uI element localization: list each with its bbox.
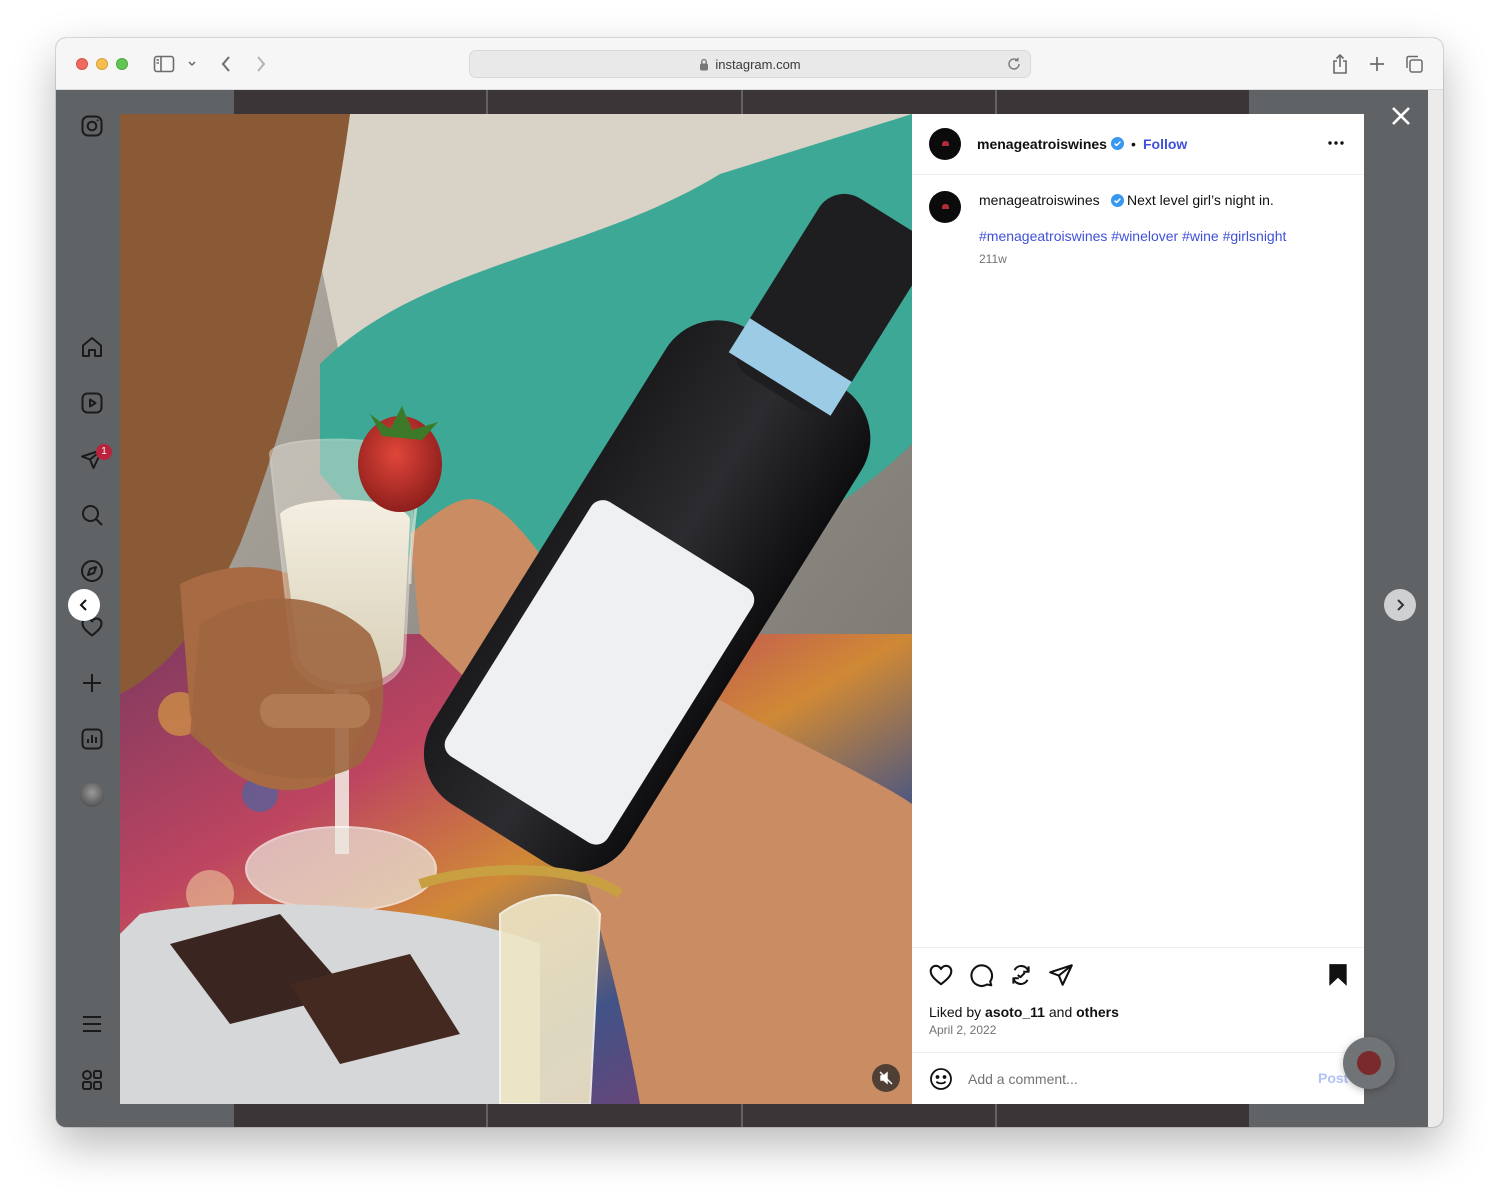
menu-icon[interactable] bbox=[80, 1012, 104, 1036]
forward-icon[interactable] bbox=[249, 52, 273, 76]
caption-hashtags[interactable]: #menageatroiswines #winelover #wine #gir… bbox=[979, 228, 1286, 244]
post-detail-panel: menageatroiswines • Follow menageatroisw… bbox=[912, 114, 1364, 1104]
page-content: 1 menageatroiswines • Follow menageatroi… bbox=[56, 90, 1443, 1127]
post-age: 211w bbox=[979, 252, 1007, 266]
scroll-gutter bbox=[1428, 90, 1443, 1127]
post-image[interactable] bbox=[120, 114, 912, 1104]
repost-icon[interactable] bbox=[1008, 962, 1034, 988]
verified-badge-icon bbox=[1111, 137, 1124, 150]
back-icon[interactable] bbox=[214, 52, 238, 76]
previous-post-button[interactable] bbox=[68, 589, 100, 621]
header-separator: • bbox=[1131, 136, 1136, 152]
post-date: April 2, 2022 bbox=[929, 1023, 997, 1037]
reload-icon[interactable] bbox=[1006, 56, 1022, 72]
address-bar[interactable]: instagram.com bbox=[469, 50, 1031, 78]
author-avatar[interactable] bbox=[929, 128, 961, 160]
sidebar-toggle-icon[interactable] bbox=[152, 52, 176, 76]
like-icon[interactable] bbox=[928, 962, 954, 988]
post-header: menageatroiswines • Follow bbox=[912, 114, 1364, 175]
caption-username[interactable]: menageatroiswines bbox=[979, 192, 1100, 208]
save-icon[interactable] bbox=[1325, 962, 1351, 988]
threads-icon[interactable] bbox=[80, 1068, 104, 1092]
author-username[interactable]: menageatroiswines bbox=[977, 136, 1107, 152]
minimize-window-button[interactable] bbox=[96, 58, 108, 70]
explore-icon[interactable] bbox=[80, 559, 104, 583]
mute-icon[interactable] bbox=[872, 1064, 900, 1092]
chevron-left-icon bbox=[79, 599, 87, 611]
insights-icon[interactable] bbox=[80, 727, 104, 751]
caption-text: Next level girl’s night in. bbox=[1127, 192, 1274, 208]
comment-bar: Post bbox=[912, 1052, 1364, 1104]
share-icon[interactable] bbox=[1048, 962, 1074, 988]
home-icon[interactable] bbox=[80, 335, 104, 359]
create-icon[interactable] bbox=[80, 671, 104, 695]
share-page-icon[interactable] bbox=[1328, 52, 1352, 76]
comment-input[interactable] bbox=[968, 1069, 1298, 1089]
post-photo-illustration bbox=[120, 114, 912, 1104]
caption-verified-icon bbox=[1111, 194, 1124, 207]
profile-avatar[interactable] bbox=[80, 783, 104, 807]
notifications-badge: 1 bbox=[96, 444, 112, 460]
instagram-logo-icon[interactable] bbox=[80, 114, 104, 138]
close-icon[interactable] bbox=[1389, 104, 1413, 128]
likes-summary: Liked by asoto_11 and others bbox=[929, 1004, 1119, 1020]
chevron-right-icon bbox=[1397, 599, 1405, 611]
tab-overview-icon[interactable] bbox=[1402, 52, 1426, 76]
reels-icon[interactable] bbox=[80, 391, 104, 415]
follow-button[interactable]: Follow bbox=[1143, 136, 1187, 152]
caption-avatar[interactable] bbox=[929, 191, 961, 223]
feed-grid-top bbox=[234, 90, 1249, 114]
chevron-down-icon[interactable] bbox=[182, 52, 202, 76]
liked-by-others[interactable]: others bbox=[1076, 1004, 1119, 1020]
browser-toolbar: instagram.com bbox=[56, 38, 1443, 90]
liked-by-prefix: Liked by bbox=[929, 1004, 982, 1020]
next-post-button[interactable] bbox=[1384, 589, 1416, 621]
zoom-window-button[interactable] bbox=[116, 58, 128, 70]
emoji-icon[interactable] bbox=[929, 1067, 953, 1091]
feed-grid-bottom bbox=[234, 1104, 1249, 1127]
liked-by-and: and bbox=[1048, 1004, 1073, 1020]
new-tab-icon[interactable] bbox=[1365, 52, 1389, 76]
liked-by-user[interactable]: asoto_11 bbox=[985, 1004, 1045, 1020]
messages-bubble[interactable] bbox=[1343, 1037, 1395, 1089]
url-text: instagram.com bbox=[715, 57, 801, 72]
browser-window: instagram.com 1 menageatroiswines • Foll… bbox=[56, 38, 1443, 1127]
more-options-icon[interactable] bbox=[1326, 133, 1346, 153]
post-actions: Liked by asoto_11 and others April 2, 20… bbox=[912, 947, 1364, 1052]
close-window-button[interactable] bbox=[76, 58, 88, 70]
comment-icon[interactable] bbox=[968, 962, 994, 988]
search-icon[interactable] bbox=[80, 503, 104, 527]
